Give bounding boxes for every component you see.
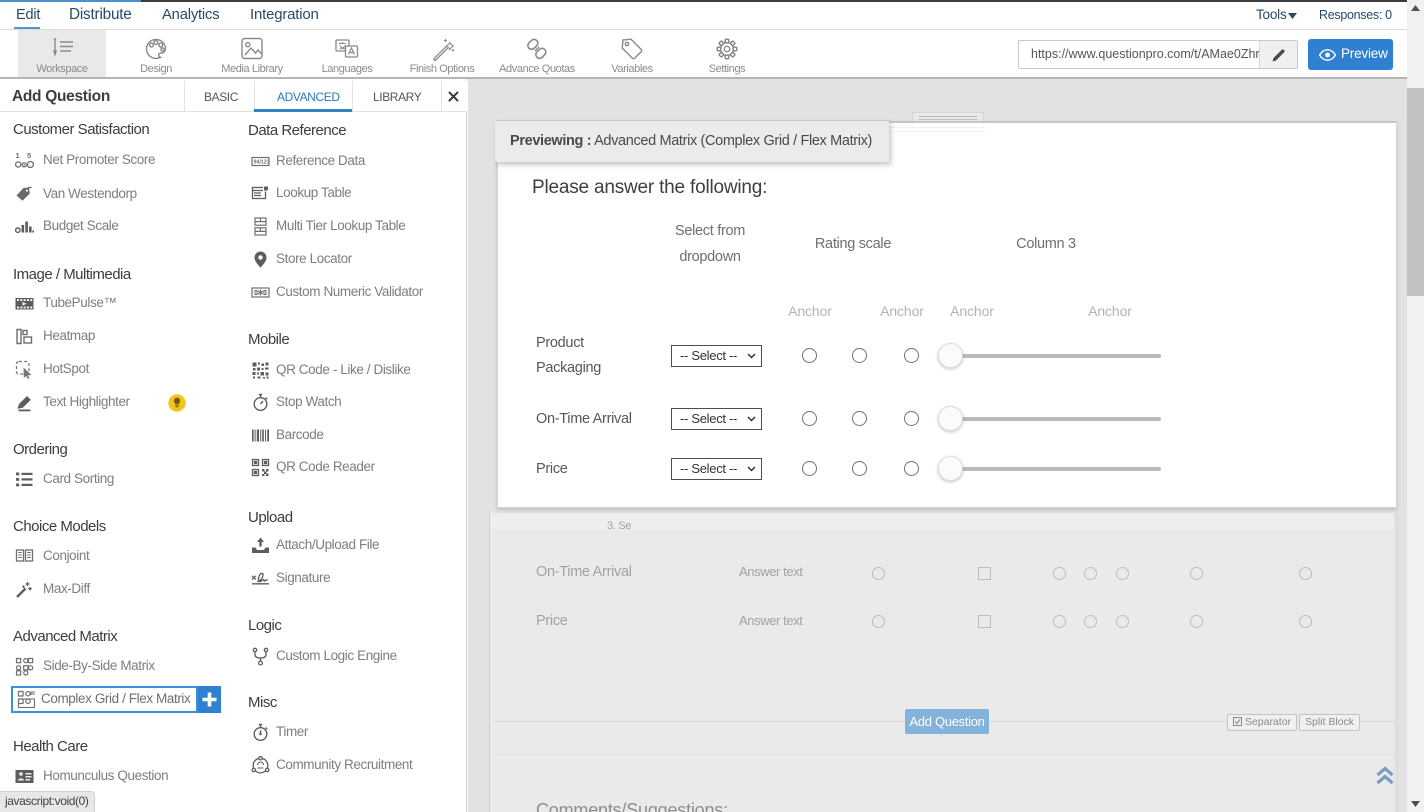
- svg-text:5: 5: [27, 151, 31, 160]
- svg-text:94/123: 94/123: [254, 160, 270, 166]
- svg-text:1: 1: [16, 151, 20, 160]
